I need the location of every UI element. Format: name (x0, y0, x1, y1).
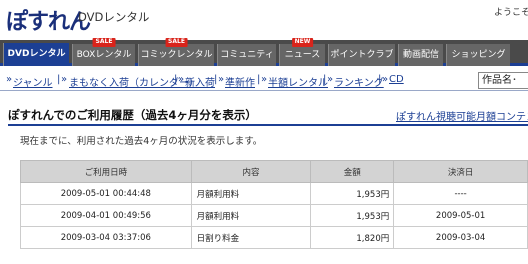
subnav-separator: | (323, 74, 327, 85)
subnav-bullet: » (327, 74, 334, 85)
tab-label: ショッピング (451, 50, 506, 60)
tab-news[interactable]: NEW ニュース (279, 38, 325, 66)
tab-shopping[interactable]: ショッピング (446, 44, 510, 66)
subnav-bullet: » (261, 74, 268, 85)
subnav-separator: | (378, 74, 382, 85)
usage-history-table: ご利用日時 内容 金額 決済日 2009-05-01 00:44:48 月額利用… (20, 160, 528, 249)
column-header-amount: 金額 (310, 160, 395, 183)
usage-date-cell: 2009-05-01 00:44:48 (20, 182, 192, 205)
table-row: 2009-04-01 00:49:56 月額利用料 1,953円 2009-05… (20, 204, 528, 227)
usage-date-cell: 2009-03-04 03:37:06 (20, 226, 192, 249)
settlement-date-cell: ---- (393, 182, 528, 205)
tab-label: ニュース (284, 50, 321, 60)
subnav-cd-link[interactable]: CD (389, 74, 404, 85)
tab-box-rental[interactable]: SALE BOXレンタル (72, 38, 135, 66)
tab-label: コミックレンタル (140, 50, 213, 60)
column-header-settlement-date: 決済日 (393, 160, 528, 183)
sale-badge: SALE (165, 38, 188, 47)
settlement-date-cell: 2009-05-01 (393, 204, 528, 227)
column-header-date: ご利用日時 (20, 160, 192, 183)
history-description: 現在までに、利用された過去4ヶ月の状況を表示します。 (20, 136, 263, 147)
subnav-new-arrivals-link[interactable]: 新入荷 (185, 74, 215, 89)
tab-point-club[interactable]: ポイントクラブ (328, 44, 395, 66)
subnav-bullet: » (382, 74, 389, 85)
streaming-content-link[interactable]: ぽすれん視聴可能月額コンテン (396, 108, 528, 123)
subnav-bullet: » (178, 74, 185, 85)
tab-comic-rental[interactable]: SALE コミックレンタル (138, 38, 214, 66)
subnav-separator: | (214, 74, 218, 85)
welcome-text: ようこそ (494, 8, 528, 18)
amount-cell: 1,820円 (310, 226, 395, 249)
subnav-bullet: » (61, 74, 68, 85)
subnav-semi-new-link[interactable]: 準新作 (225, 74, 255, 89)
amount-cell: 1,953円 (310, 182, 395, 205)
site-header: ぽすれん DVDレンタル ようこそ (0, 0, 528, 40)
amount-cell: 1,953円 (310, 204, 395, 227)
tab-label: コミュニティ (220, 50, 274, 60)
new-badge: NEW (291, 38, 314, 47)
subnav-separator: | (174, 74, 178, 85)
main-nav: DVDレンタル SALE BOXレンタル SALE コミックレンタル コミュニテ… (0, 38, 528, 66)
subnav-separator: | (57, 74, 61, 85)
subnav-ranking-link[interactable]: ランキング (334, 74, 384, 89)
subnav-half-price-link[interactable]: 半額レンタル (268, 74, 328, 89)
tab-video-streaming[interactable]: 動画配信 (398, 44, 443, 66)
description-cell: 月額利用料 (190, 204, 312, 227)
description-cell: 月額利用料 (190, 182, 312, 205)
tab-dvd-rental[interactable]: DVDレンタル (3, 43, 69, 66)
subnav-genre-link[interactable]: ジャンル (13, 74, 53, 89)
tab-label: BOXレンタル (76, 50, 132, 60)
sub-nav: » ジャンル | » まもなく入荷（カレンダー） | » 新入荷 | » 準新作… (0, 69, 528, 91)
column-header-description: 内容 (190, 160, 312, 183)
settlement-date-cell: 2009-03-04 (393, 226, 528, 249)
subnav-bullet: » (6, 74, 13, 85)
usage-date-cell: 2009-04-01 00:49:56 (20, 204, 192, 227)
tab-label: ポイントクラブ (330, 50, 394, 60)
description-cell: 日割り料金 (190, 226, 312, 249)
table-header-row: ご利用日時 内容 金額 決済日 (20, 160, 528, 183)
table-row: 2009-03-04 03:37:06 日割り料金 1,820円 2009-03… (20, 226, 528, 249)
tab-label: DVDレンタル (7, 49, 66, 59)
title-divider (8, 124, 528, 126)
subnav-separator: | (257, 74, 261, 85)
search-category-select[interactable]: 作品名･ (478, 72, 528, 89)
tab-community[interactable]: コミュニティ (217, 44, 276, 66)
tab-label: 動画配信 (402, 50, 439, 60)
table-row: 2009-05-01 00:44:48 月額利用料 1,953円 ---- (20, 182, 528, 205)
service-name: DVDレンタル (78, 10, 150, 24)
subnav-bullet: » (218, 74, 225, 85)
page-title: ぽすれんでのご利用履歴（過去4ヶ月分を表示） (8, 108, 257, 122)
sale-badge: SALE (92, 38, 116, 47)
